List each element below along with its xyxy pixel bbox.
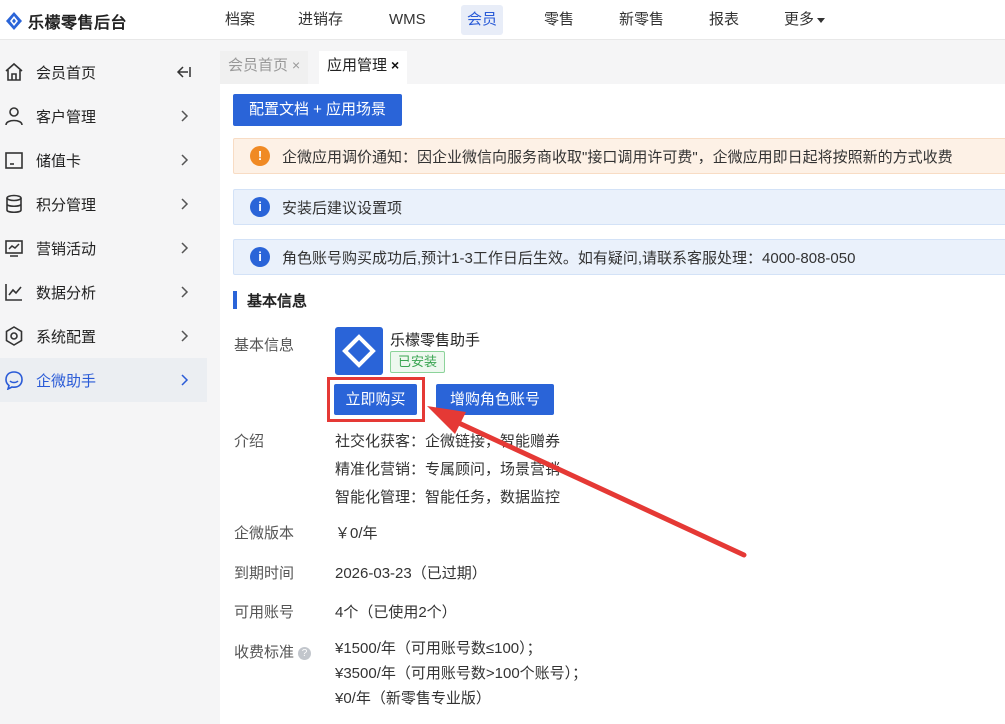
sidebar-item-label: 积分管理 [36, 196, 97, 214]
alert-text: 安装后建议设置项 [282, 199, 403, 217]
sidebar-item-label: 系统配置 [36, 328, 97, 346]
price-notice-alert: ! 企微应用调价通知：因企业微信向服务商收取"接口调用许可费"，企微应用即日起将… [233, 138, 1005, 174]
tab-label: 应用管理 [327, 57, 388, 74]
nav-item-wms[interactable]: WMS [383, 5, 432, 35]
database-icon [6, 194, 22, 214]
version-label: 企微版本 [234, 525, 295, 542]
home-icon [5, 62, 23, 81]
buy-now-button[interactable]: 立即购买 [334, 384, 417, 415]
nav-item-inventory[interactable]: 进销存 [292, 5, 349, 35]
info-icon: i [250, 247, 270, 267]
intro-line: 精准化营销：专属顾问，场景营销 [335, 461, 561, 478]
sidebar-item-label: 储值卡 [36, 152, 82, 170]
sidebar-item-system-config[interactable]: 系统配置 [0, 314, 207, 358]
intro-label: 介绍 [234, 433, 265, 450]
sidebar-item-label: 营销活动 [36, 240, 97, 258]
caret-down-icon [817, 17, 826, 23]
sidebar-item-label: 数据分析 [36, 284, 97, 302]
line-chart-icon [5, 284, 22, 301]
sidebar-item-marketing[interactable]: 营销活动 [0, 226, 207, 270]
setup-advice-alert[interactable]: i 安装后建议设置项 [233, 189, 1005, 225]
nav-item-reports[interactable]: 报表 [703, 5, 745, 35]
tab-label: 会员首页 [228, 57, 289, 74]
app-title: 乐檬零售后台 [28, 15, 128, 32]
user-icon [5, 107, 23, 126]
sidebar-item-member-home[interactable]: 会员首页 [0, 50, 207, 94]
main-content: 配置文档 + 应用场景 ! 企微应用调价通知：因企业微信向服务商收取"接口调用许… [220, 84, 1005, 724]
chevron-right-icon [181, 154, 189, 166]
diamond-logo-icon [342, 334, 376, 368]
sidebar-item-label: 企微助手 [36, 372, 97, 390]
tab-bar: 会员首页 × 应用管理 × [220, 40, 1005, 84]
sidebar-item-label: 客户管理 [36, 108, 97, 126]
chevron-right-icon [181, 198, 189, 210]
chevron-right-icon [181, 330, 189, 342]
add-role-account-button[interactable]: 增购角色账号 [436, 384, 554, 415]
nav-more-label: 更多 [784, 11, 815, 28]
chevron-right-icon [181, 374, 189, 386]
chat-icon [5, 371, 23, 390]
pricing-label: 收费标准? [234, 641, 312, 662]
app-icon [335, 327, 383, 375]
sidebar-item-data-analysis[interactable]: 数据分析 [0, 270, 207, 314]
chevron-right-icon [181, 110, 189, 122]
card-icon [5, 152, 23, 169]
top-navigation-bar: 乐檬零售后台 档案 进销存 WMS 会员 零售 新零售 报表 更多 [0, 0, 1005, 40]
accounts-label: 可用账号 [234, 604, 295, 621]
pricing-line: ¥1500/年（可用账号数≤100）； [335, 640, 542, 657]
warning-icon: ! [250, 146, 270, 166]
sidebar-item-customer[interactable]: 客户管理 [0, 94, 207, 138]
installed-badge: 已安装 [390, 351, 446, 373]
sidebar-item-wecom-assistant[interactable]: 企微助手 [0, 358, 207, 402]
app-name: 乐檬零售助手 [390, 332, 481, 349]
intro-line: 智能化管理：智能任务，数据监控 [335, 489, 561, 506]
sidebar-item-label: 会员首页 [36, 64, 97, 82]
help-icon[interactable]: ? [298, 646, 312, 660]
settings-icon [5, 326, 23, 346]
nav-item-new-retail[interactable]: 新零售 [613, 5, 670, 35]
nav-item-retail[interactable]: 零售 [538, 5, 580, 35]
app-logo[interactable]: 乐檬零售后台 [6, 9, 127, 33]
pricing-line: ¥0/年（新零售专业版） [335, 690, 491, 707]
chevron-right-icon [181, 286, 189, 298]
alert-text: 企微应用调价通知：因企业微信向服务商收取"接口调用许可费"，企微应用即日起将按照… [282, 148, 953, 166]
section-marker [233, 291, 237, 309]
expire-value: 2026-03-23（已过期） [335, 565, 487, 582]
collapse-icon[interactable] [176, 65, 192, 79]
expire-label: 到期时间 [234, 565, 295, 582]
monitor-chart-icon [5, 240, 23, 257]
intro-line: 社交化获客：企微链接，智能赠券 [335, 433, 561, 450]
nav-item-member[interactable]: 会员 [461, 5, 504, 35]
info-icon: i [250, 197, 270, 217]
tab-member-home[interactable]: 会员首页 × [220, 51, 309, 84]
alert-text: 角色账号购买成功后,预计1-3工作日后生效。如有疑问,请联系客服处理：4000-… [282, 249, 856, 267]
nav-item-more[interactable]: 更多 [778, 5, 831, 35]
version-value: ￥0/年 [335, 525, 378, 542]
sidebar-item-stored-card[interactable]: 储值卡 [0, 138, 207, 182]
accounts-value: 4个（已使用2个） [335, 604, 457, 621]
config-docs-button[interactable]: 配置文档 + 应用场景 [233, 94, 402, 126]
sidebar: 会员首页 客户管理 储值卡 积分管理 营销活动 数据分析 系统配置 企微助手 [0, 40, 220, 724]
chevron-right-icon [181, 242, 189, 254]
close-icon[interactable]: × [292, 57, 300, 73]
section-title-text: 基本信息 [247, 292, 308, 310]
account-purchase-alert: i 角色账号购买成功后,预计1-3工作日后生效。如有疑问,请联系客服处理：400… [233, 239, 1005, 275]
logo-icon [6, 12, 22, 30]
section-title: 基本信息 [233, 291, 308, 310]
basic-info-label: 基本信息 [234, 337, 295, 354]
sidebar-item-points[interactable]: 积分管理 [0, 182, 207, 226]
pricing-line: ¥3500/年（可用账号数>100个账号）； [335, 665, 588, 682]
nav-item-archive[interactable]: 档案 [219, 5, 261, 35]
pricing-label-text: 收费标准 [234, 644, 295, 661]
tab-app-management[interactable]: 应用管理 × [319, 51, 408, 84]
close-icon[interactable]: × [391, 57, 399, 73]
